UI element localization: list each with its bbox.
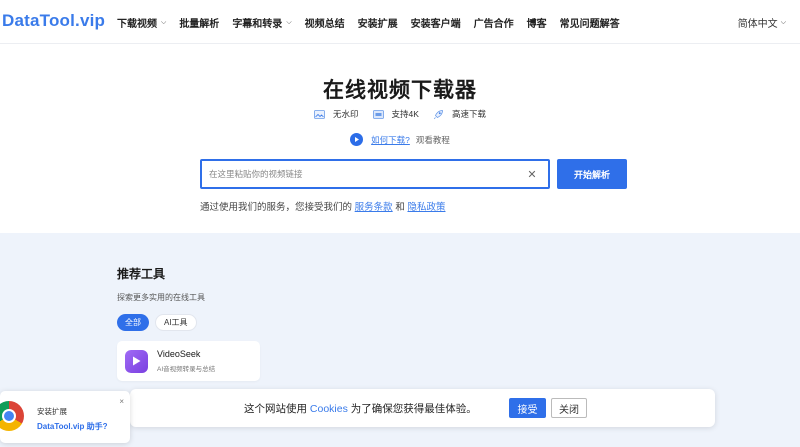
- nav-label: 常见问题解答: [559, 19, 620, 30]
- chrome-icon-core: [4, 411, 14, 421]
- close-icon[interactable]: ×: [119, 397, 124, 406]
- page-title: 在线视频下载器: [323, 79, 477, 102]
- feature-no-watermark: 无水印: [314, 108, 359, 120]
- feature-label: 高速下载: [451, 109, 486, 119]
- extension-title: 安装扩展: [37, 407, 67, 416]
- nav-label: 批量解析: [179, 19, 220, 30]
- close-cookies-button[interactable]: 关闭: [551, 398, 587, 418]
- extension-install-link[interactable]: DataTool.vip 助手?: [37, 421, 108, 432]
- tool-filter-tabs: 全部 AI工具: [117, 314, 197, 331]
- nav-download-video[interactable]: 下载视频 ⌵: [117, 15, 167, 31]
- tool-description: AI音视频转录与总结: [157, 366, 216, 373]
- feature-4k: 支持4K: [372, 108, 419, 120]
- nav-label: 下载视频: [117, 19, 157, 30]
- nav-label: 安装扩展: [357, 19, 398, 30]
- feature-label: 支持4K: [391, 109, 419, 119]
- language-selector[interactable]: 简体中文 ⌵: [737, 15, 786, 31]
- play-icon[interactable]: [350, 133, 364, 146]
- 4k-icon: [372, 109, 384, 119]
- nav-label: 博客: [526, 19, 547, 30]
- terms-text: 通过使用我们的服务，您接受我们的: [200, 202, 353, 213]
- tool-name: VideoSeek: [157, 349, 201, 359]
- nav-faq[interactable]: 常见问题解答: [560, 15, 620, 30]
- site-logo[interactable]: DataTool.vip: [2, 11, 105, 31]
- start-parse-button[interactable]: 开始解析: [557, 159, 627, 189]
- rocket-icon: [433, 109, 444, 119]
- cookie-text-highlight: Cookies: [309, 403, 348, 415]
- terms-and-text: 和: [395, 202, 405, 213]
- how-to-download-link[interactable]: 如何下载?: [371, 134, 410, 146]
- terms-notice: 通过使用我们的服务，您接受我们的 服务条款 和 隐私政策: [200, 199, 445, 213]
- main-nav: 下载视频 ⌵ 批量解析 字幕和转录 ⌵ 视频总结 安装扩展 安装客户端 广告合作 博…: [117, 15, 633, 31]
- chrome-icon: [0, 401, 24, 431]
- nav-video-summary[interactable]: 视频总结: [305, 15, 345, 30]
- feature-fast-download: 高速下载: [433, 108, 486, 120]
- section-title: 推荐工具: [117, 267, 166, 281]
- cookie-text-prefix: 这个网站使用: [244, 403, 307, 415]
- chevron-down-icon: ⌵: [780, 18, 786, 26]
- play-logo-icon: [125, 349, 148, 373]
- chrome-icon-inner: [2, 409, 16, 423]
- tool-card-text: VideoSeek AI音视频转录与总结: [157, 349, 215, 373]
- cookie-text-suffix: 为了确保您获得最佳体验。: [350, 403, 477, 415]
- terms-of-service-link[interactable]: 服务条款: [355, 202, 393, 213]
- video-url-input[interactable]: [202, 161, 522, 187]
- url-input-box: ✕: [200, 159, 550, 189]
- clear-icon[interactable]: ✕: [522, 164, 542, 184]
- language-label: 简体中文: [737, 19, 778, 30]
- nav-subtitles[interactable]: 字幕和转录 ⌵: [232, 15, 292, 31]
- section-subtitle: 探索更多实用的在线工具: [117, 293, 205, 302]
- watch-tutorial-text: 观看教程: [415, 134, 450, 145]
- extension-popup: 安装扩展 DataTool.vip 助手? ×: [0, 391, 130, 443]
- feature-label: 无水印: [333, 109, 359, 119]
- top-nav-bar: DataTool.vip 下载视频 ⌵ 批量解析 字幕和转录 ⌵ 视频总结 安装扩展…: [0, 0, 800, 44]
- privacy-policy-link[interactable]: 隐私政策: [407, 202, 445, 213]
- nav-ads[interactable]: 广告合作: [474, 15, 514, 30]
- tool-card-videoseek[interactable]: VideoSeek AI音视频转录与总结: [117, 341, 260, 381]
- nav-label: 安装客户端: [410, 19, 461, 30]
- chevron-down-icon: ⌵: [161, 18, 167, 26]
- nav-label: 广告合作: [473, 19, 514, 30]
- filter-all[interactable]: 全部: [117, 314, 149, 331]
- nav-label: 字幕和转录: [232, 19, 283, 30]
- cookie-banner: 这个网站使用 Cookies 为了确保您获得最佳体验。 接受 关闭: [130, 389, 715, 427]
- tutorial-row: 如何下载? 观看教程: [0, 133, 800, 146]
- chevron-down-icon: ⌵: [286, 18, 292, 26]
- cookie-message: 这个网站使用 Cookies 为了确保您获得最佳体验。: [244, 401, 477, 416]
- nav-install-extension[interactable]: 安装扩展: [358, 15, 398, 30]
- nav-install-client[interactable]: 安装客户端: [411, 15, 461, 30]
- image-icon: [314, 109, 325, 119]
- nav-blog[interactable]: 博客: [527, 15, 547, 30]
- feature-list: 无水印 支持4K 高速下载: [0, 108, 800, 120]
- filter-ai-tools[interactable]: AI工具: [155, 314, 197, 331]
- accept-cookies-button[interactable]: 接受: [509, 398, 546, 418]
- nav-batch-parse[interactable]: 批量解析: [179, 15, 219, 30]
- nav-label: 视频总结: [304, 19, 345, 30]
